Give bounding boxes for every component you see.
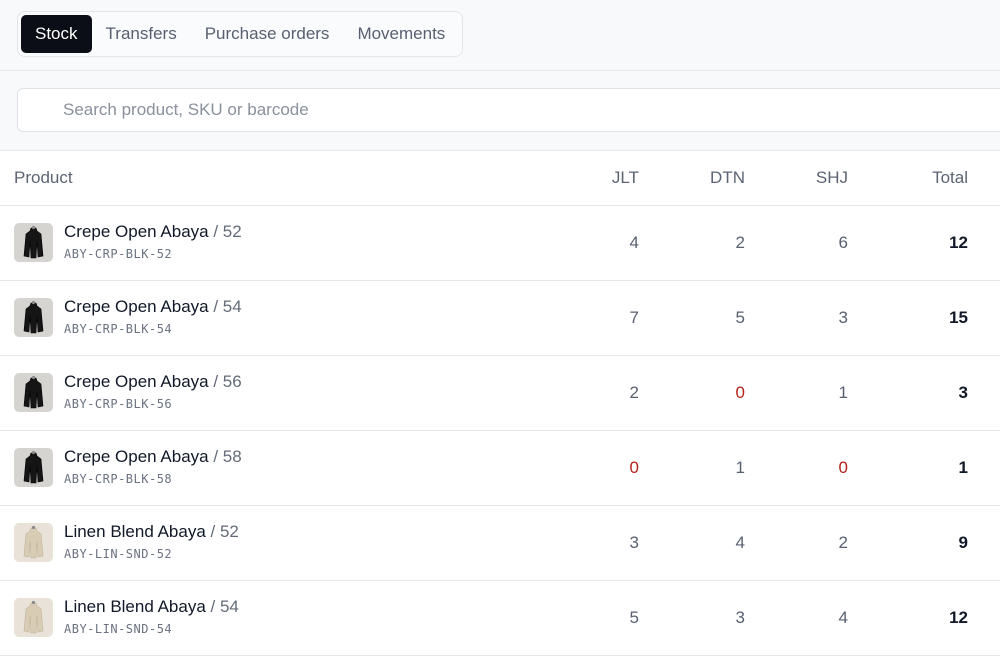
stock-shj: 4 — [838, 608, 848, 627]
table-row[interactable]: Linen Blend Abaya / 54 ABY-LIN-SND-54 5 3 4 1… — [0, 581, 1000, 656]
table-body: Crepe Open Abaya / 52 ABY-CRP-BLK-52 4 2 6 12… — [0, 206, 1000, 656]
product-thumbnail — [14, 523, 53, 562]
table-header: Product JLT DTN SHJ Total — [0, 151, 1000, 206]
stock-shj: 6 — [838, 233, 848, 252]
stock-dtn: 0 — [735, 383, 745, 402]
product-name-text: Crepe Open Abaya — [64, 222, 209, 241]
stock-total: 12 — [949, 233, 968, 252]
table-row[interactable]: Crepe Open Abaya / 56 ABY-CRP-BLK-56 2 0 1 3 — [0, 356, 1000, 431]
product-name[interactable]: Crepe Open Abaya / 54 — [64, 297, 242, 317]
header-shj[interactable]: SHJ — [816, 151, 848, 205]
table-row[interactable]: Linen Blend Abaya / 52 ABY-LIN-SND-52 3 4 2 9 — [0, 506, 1000, 581]
table-row[interactable]: Crepe Open Abaya / 58 ABY-CRP-BLK-58 0 1 0 1 — [0, 431, 1000, 506]
product-name[interactable]: Linen Blend Abaya / 52 — [64, 522, 239, 542]
product-size: / 56 — [213, 372, 242, 391]
product-sku: ABY-CRP-BLK-54 — [64, 322, 173, 336]
stock-shj: 2 — [838, 533, 848, 552]
top-bar: Stock Transfers Purchase orders Movements — [0, 0, 1000, 71]
stock-total: 15 — [949, 308, 968, 327]
product-name[interactable]: Linen Blend Abaya / 54 — [64, 597, 239, 617]
product-name[interactable]: Crepe Open Abaya / 52 — [64, 222, 242, 242]
product-thumbnail — [14, 598, 53, 637]
tab-movements[interactable]: Movements — [343, 15, 459, 53]
product-size: / 54 — [213, 297, 242, 316]
stock-shj: 0 — [838, 458, 848, 477]
header-total[interactable]: Total — [932, 151, 968, 205]
stock-dtn: 3 — [735, 608, 745, 627]
tab-group: Stock Transfers Purchase orders Movements — [17, 11, 464, 57]
stock-jlt: 7 — [629, 308, 639, 327]
stock-dtn: 5 — [735, 308, 745, 327]
stock-dtn: 4 — [735, 533, 745, 552]
stock-total: 3 — [958, 383, 968, 402]
stock-jlt: 0 — [629, 458, 639, 477]
stock-dtn: 1 — [735, 458, 745, 477]
search-input[interactable] — [17, 88, 1000, 132]
stock-table: Product JLT DTN SHJ Total Crepe Open Aba… — [0, 151, 1000, 656]
product-sku: ABY-CRP-BLK-52 — [64, 247, 173, 261]
stock-total: 1 — [958, 458, 968, 477]
header-dtn[interactable]: DTN — [710, 151, 745, 205]
stock-shj: 1 — [838, 383, 848, 402]
product-sku: ABY-LIN-SND-54 — [64, 622, 173, 636]
tab-stock[interactable]: Stock — [21, 15, 92, 53]
product-name[interactable]: Crepe Open Abaya / 58 — [64, 447, 242, 467]
table-row[interactable]: Crepe Open Abaya / 54 ABY-CRP-BLK-54 7 5 3 15 — [0, 281, 1000, 356]
product-thumbnail — [14, 223, 53, 262]
stock-jlt: 3 — [629, 533, 639, 552]
product-sku: ABY-CRP-BLK-56 — [64, 397, 173, 411]
product-size: / 54 — [210, 597, 239, 616]
product-name-text: Linen Blend Abaya — [64, 597, 206, 616]
table-row[interactable]: Crepe Open Abaya / 52 ABY-CRP-BLK-52 4 2 6 12 — [0, 206, 1000, 281]
header-product[interactable]: Product — [14, 151, 73, 205]
stock-total: 9 — [958, 533, 968, 552]
product-name-text: Linen Blend Abaya — [64, 522, 206, 541]
tab-purchase-orders[interactable]: Purchase orders — [191, 15, 344, 53]
stock-shj: 3 — [838, 308, 848, 327]
stock-total: 12 — [949, 608, 968, 627]
stock-jlt: 2 — [629, 383, 639, 402]
product-name-text: Crepe Open Abaya — [64, 447, 209, 466]
search-row — [0, 71, 1000, 151]
tab-transfers[interactable]: Transfers — [92, 15, 191, 53]
stock-jlt: 5 — [629, 608, 639, 627]
product-size: / 58 — [213, 447, 242, 466]
product-sku: ABY-CRP-BLK-58 — [64, 472, 173, 486]
product-size: / 52 — [213, 222, 242, 241]
product-sku: ABY-LIN-SND-52 — [64, 547, 173, 561]
product-size: / 52 — [210, 522, 239, 541]
product-thumbnail — [14, 298, 53, 337]
stock-dtn: 2 — [735, 233, 745, 252]
product-name[interactable]: Crepe Open Abaya / 56 — [64, 372, 242, 392]
product-name-text: Crepe Open Abaya — [64, 372, 209, 391]
product-name-text: Crepe Open Abaya — [64, 297, 209, 316]
product-thumbnail — [14, 448, 53, 487]
header-jlt[interactable]: JLT — [612, 151, 639, 205]
stock-jlt: 4 — [629, 233, 639, 252]
product-thumbnail — [14, 373, 53, 412]
